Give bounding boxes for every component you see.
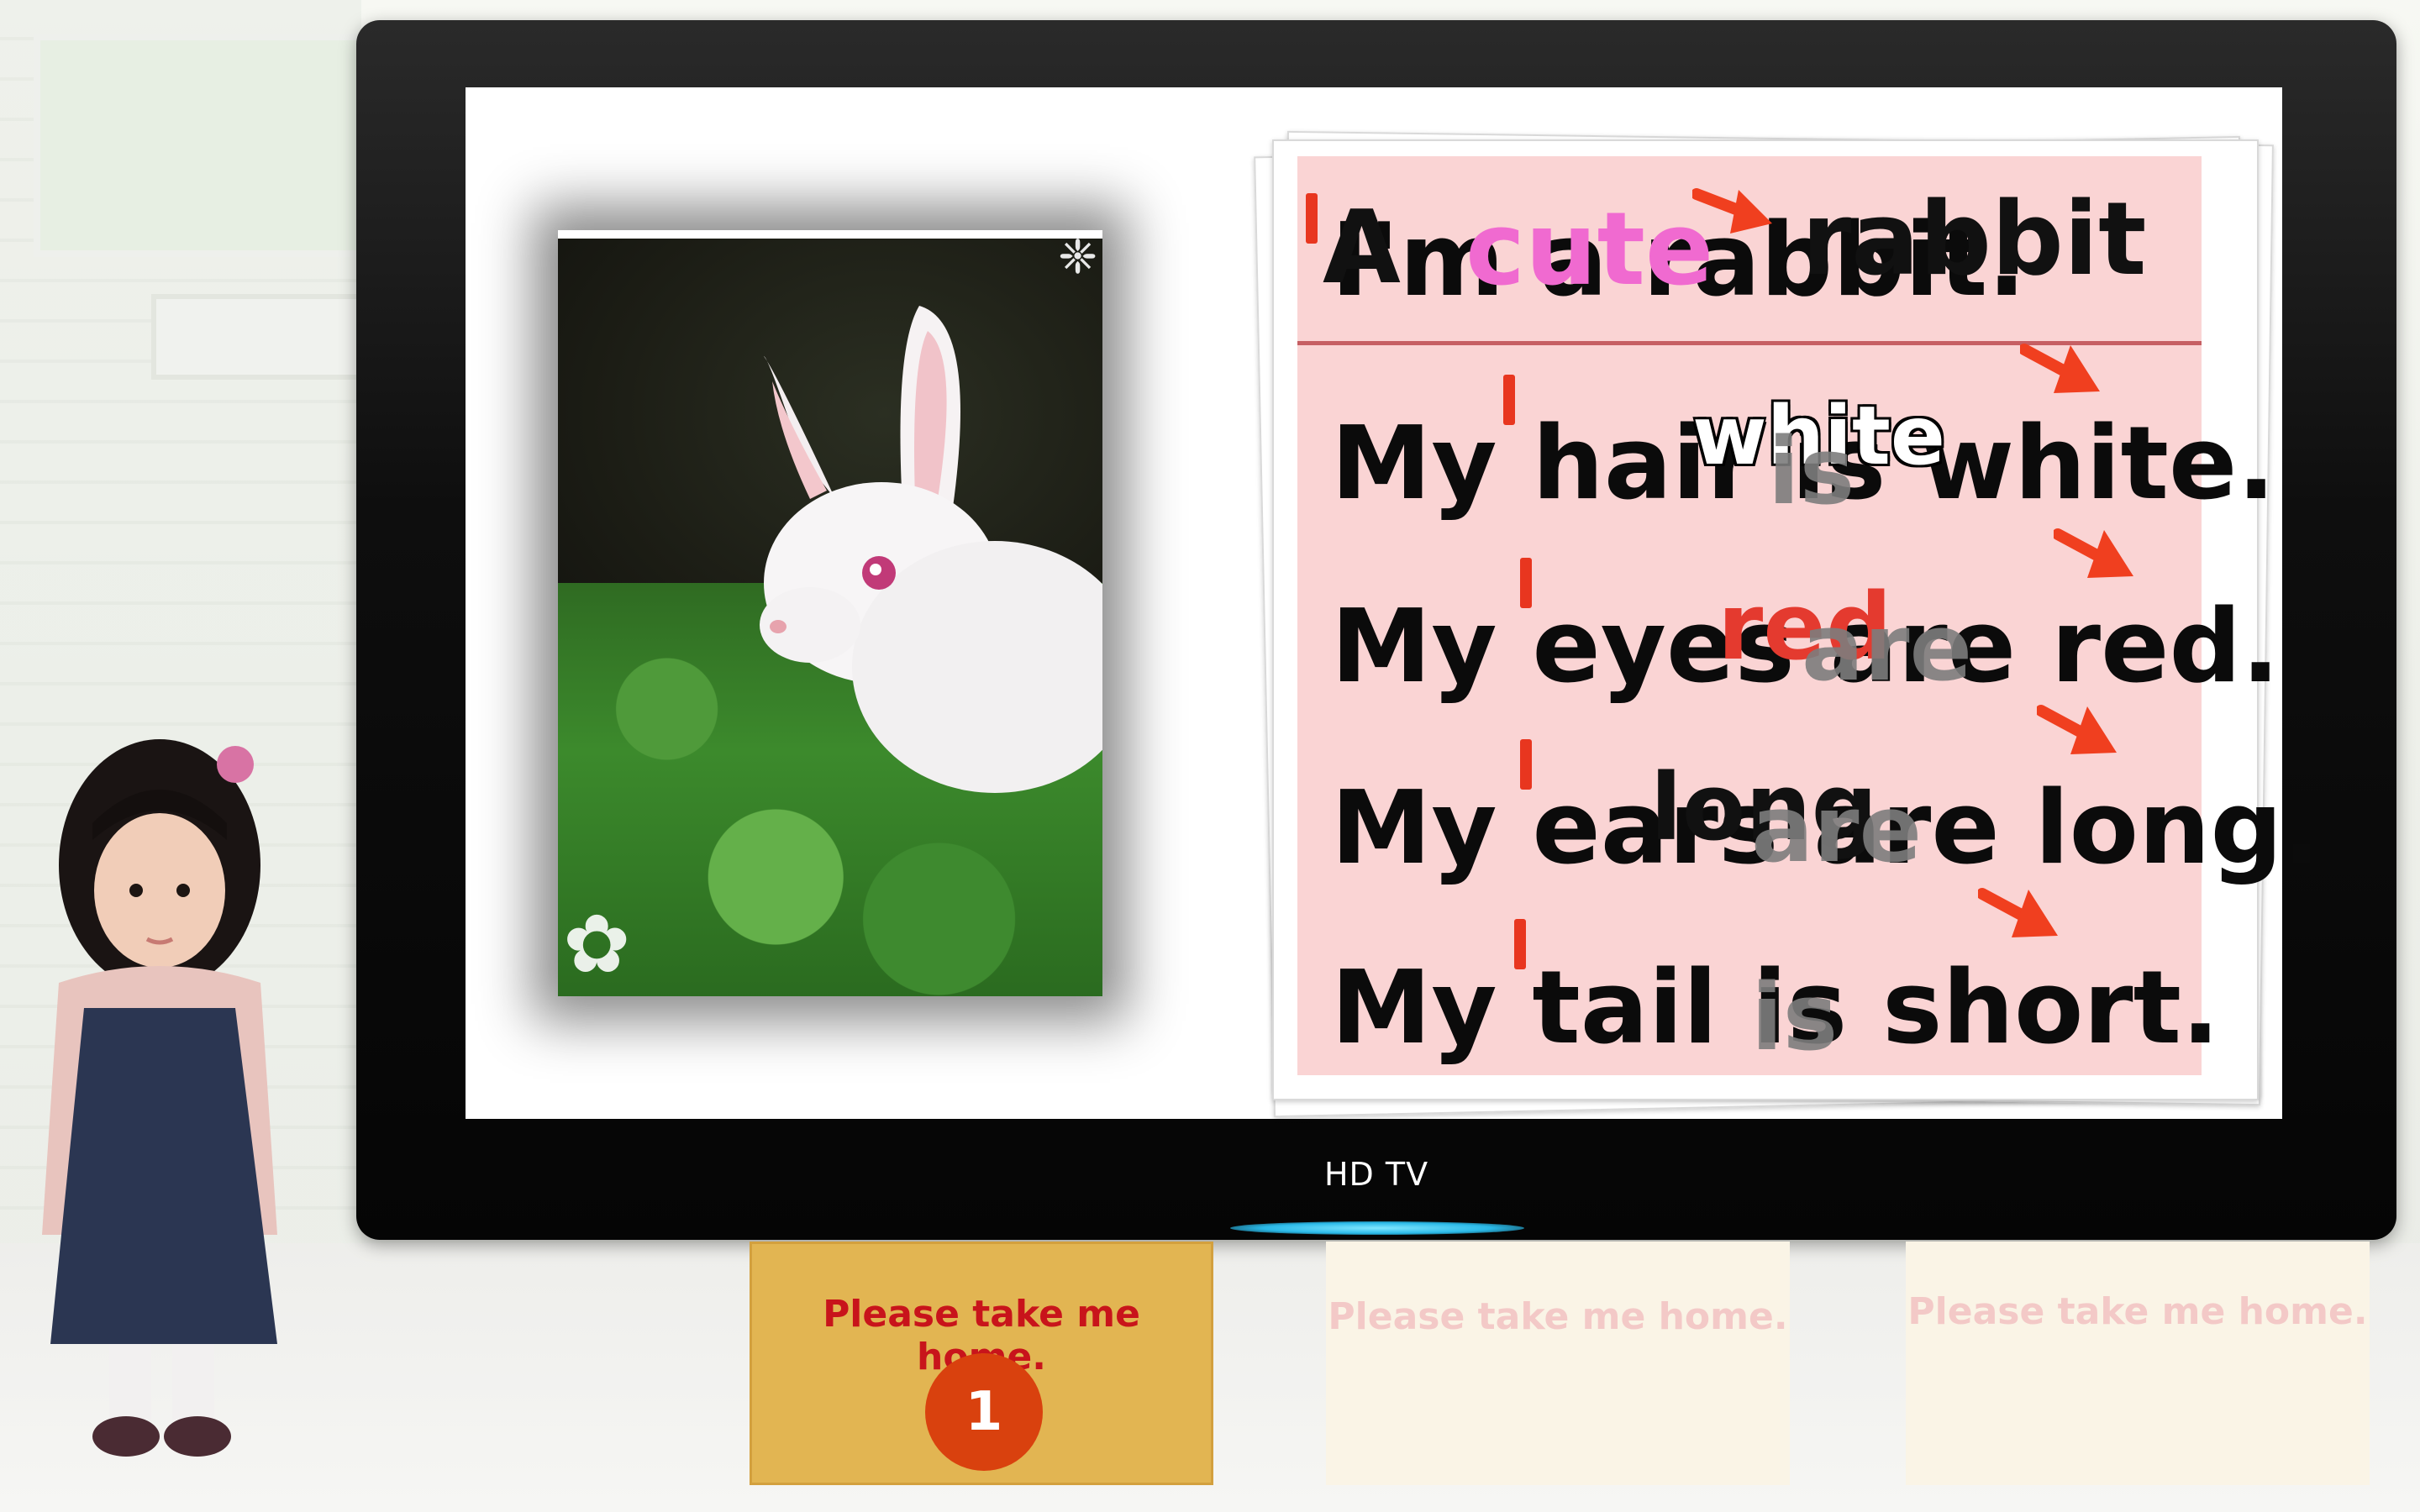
- background-shelf: [151, 294, 363, 380]
- girl-character[interactable]: [25, 731, 302, 1470]
- lace-ornament-icon: ❈: [1058, 230, 1097, 285]
- eyes-verb-word: are: [1802, 594, 1973, 701]
- tv-power-light: [1230, 1221, 1524, 1235]
- tail-verb-word: is: [1751, 963, 1839, 1071]
- title-adjective-word: cute: [1465, 192, 1714, 308]
- answer-card-3[interactable]: Please take me home.: [1906, 1242, 2370, 1485]
- tv-screen: ❈ ✿ I'm a rabbit. A cute rabbit My hair …: [466, 87, 2321, 1119]
- arrow-icon: [1978, 888, 2058, 937]
- answer-card-1[interactable]: Please take me home. 1: [750, 1242, 1213, 1485]
- background-window: [34, 34, 366, 257]
- stress-mark-icon: [1520, 739, 1532, 790]
- stress-mark-icon: [1520, 558, 1532, 608]
- ears-verb-word: are: [1751, 775, 1923, 883]
- rabbit-illustration: [760, 306, 1102, 793]
- card-label: Please take me home.: [1328, 1295, 1788, 1338]
- arrow-icon: [2037, 705, 2117, 754]
- tv-frame: ❈ ✿ I'm a rabbit. A cute rabbit My hair …: [356, 20, 2396, 1240]
- tv-brand-label: HD TV: [1323, 1156, 1429, 1193]
- lace-ornament-icon: ✿: [563, 897, 631, 991]
- stress-mark-icon: [1514, 919, 1526, 969]
- arrow-icon: [2054, 528, 2133, 578]
- worksheet: I'm a rabbit. A cute rabbit My hair is w…: [1297, 156, 2321, 1075]
- answer-card-2[interactable]: Please take me home.: [1326, 1242, 1790, 1485]
- title-noun-word: rabbit: [1802, 181, 2147, 298]
- rabbit-photo[interactable]: ❈ ✿: [558, 230, 1102, 996]
- hair-verb-word: is: [1768, 417, 1855, 525]
- arrow-icon: [1692, 188, 1772, 234]
- stress-mark-icon: [1503, 375, 1515, 425]
- title-start-word: A: [1323, 190, 1401, 307]
- card-label: Please take me home.: [1907, 1290, 2368, 1333]
- card-number-badge: 1: [925, 1353, 1043, 1471]
- arrow-icon: [2020, 344, 2100, 393]
- stress-mark-icon: [1306, 193, 1318, 244]
